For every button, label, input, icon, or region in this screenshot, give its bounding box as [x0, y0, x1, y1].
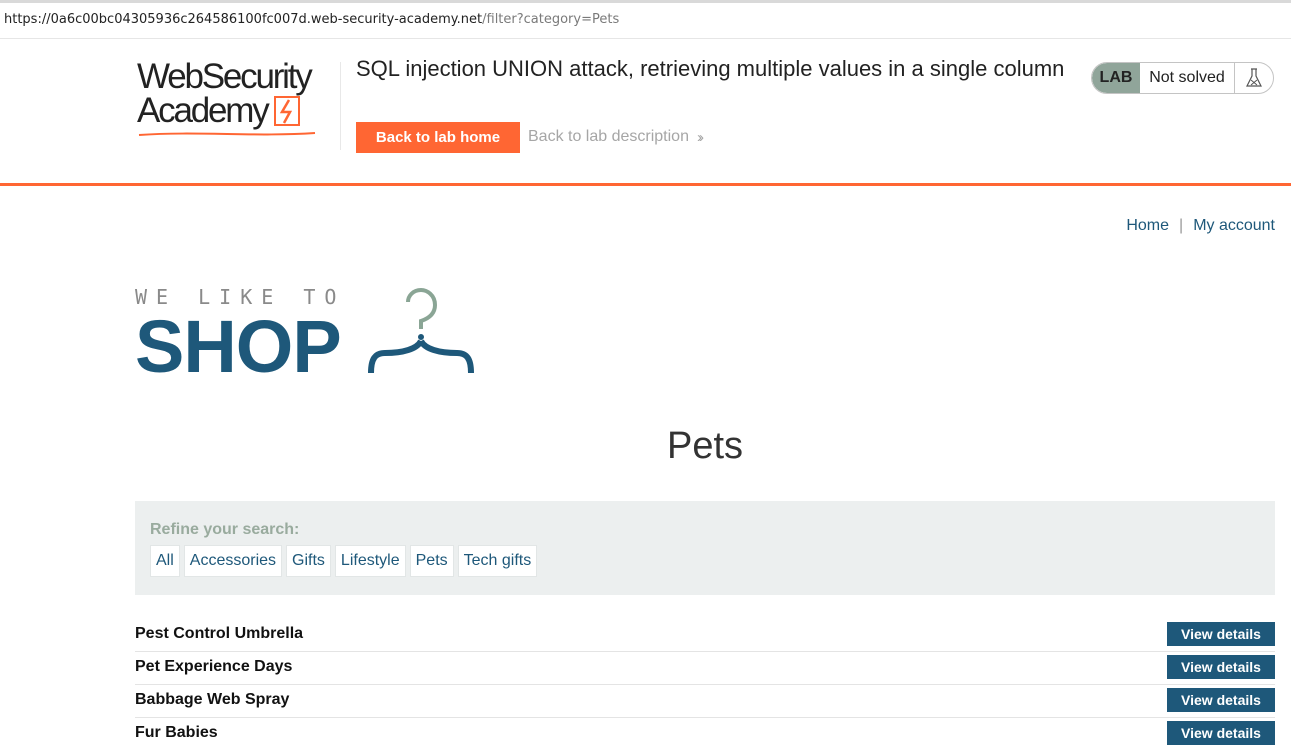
nav-separator: |	[1179, 217, 1184, 234]
filter-tech-gifts[interactable]: Tech gifts	[457, 545, 538, 577]
product-row: Fur Babies View details	[135, 718, 1275, 750]
address-bar-divider	[0, 38, 1291, 39]
filter-all[interactable]: All	[150, 545, 180, 577]
my-account-link[interactable]: My account	[1193, 217, 1275, 235]
product-list: Pest Control Umbrella View details Pet E…	[135, 619, 1275, 750]
address-bar[interactable]: https://0a6c00bc04305936c264586100fc007d…	[0, 0, 1291, 38]
double-chevron-right-icon: ››	[696, 128, 704, 146]
logo-text-line1: WebSecurity	[137, 57, 313, 96]
lab-status-text: Not solved	[1149, 69, 1225, 86]
view-details-button[interactable]: View details	[1167, 688, 1275, 712]
logo-text-line2: Academy	[137, 91, 270, 130]
header-divider	[340, 62, 341, 150]
refine-search-label: Refine your search:	[150, 521, 300, 538]
url-path: /filter?category=Pets	[482, 12, 620, 27]
account-nav: Home | My account	[1126, 217, 1275, 235]
view-details-button[interactable]: View details	[1167, 721, 1275, 745]
product-name: Fur Babies	[135, 724, 218, 741]
refine-search-panel: Refine your search: All Accessories Gift…	[135, 501, 1275, 595]
view-details-button[interactable]: View details	[1167, 655, 1275, 679]
shop-logo[interactable]: WE LIKE TO SHOP	[135, 287, 495, 387]
product-name: Babbage Web Spray	[135, 691, 290, 708]
lab-badge: LAB	[1092, 63, 1140, 93]
view-details-button[interactable]: View details	[1167, 622, 1275, 646]
web-security-academy-logo[interactable]: WebSecurity Academy	[137, 57, 337, 140]
filter-gifts[interactable]: Gifts	[286, 545, 331, 577]
product-row: Babbage Web Spray View details	[135, 685, 1275, 718]
product-row: Pest Control Umbrella View details	[135, 619, 1275, 652]
academy-lab-header: WebSecurity Academy SQL injection UNION …	[0, 40, 1291, 186]
filter-accessories[interactable]: Accessories	[183, 545, 283, 577]
filter-pets[interactable]: Pets	[409, 545, 454, 577]
back-to-lab-description-label: Back to lab description	[528, 128, 689, 145]
flask-icon	[1234, 63, 1273, 93]
product-row: Pet Experience Days View details	[135, 652, 1275, 685]
lab-status-widget: LAB Not solved	[1091, 62, 1274, 94]
url-host: https://0a6c00bc04305936c264586100fc007d…	[4, 12, 483, 27]
back-to-lab-description-link[interactable]: Back to lab description ››	[528, 128, 704, 146]
product-name: Pet Experience Days	[135, 658, 293, 675]
home-link[interactable]: Home	[1126, 217, 1169, 235]
lightning-bolt-icon	[273, 96, 300, 126]
hanger-icon	[368, 287, 474, 374]
lab-title: SQL injection UNION attack, retrieving m…	[356, 56, 1065, 81]
category-heading: Pets	[666, 425, 744, 467]
logo-underline	[138, 132, 316, 136]
back-to-lab-home-button[interactable]: Back to lab home	[356, 122, 520, 153]
product-name: Pest Control Umbrella	[135, 625, 304, 642]
filter-lifestyle[interactable]: Lifestyle	[334, 545, 406, 577]
